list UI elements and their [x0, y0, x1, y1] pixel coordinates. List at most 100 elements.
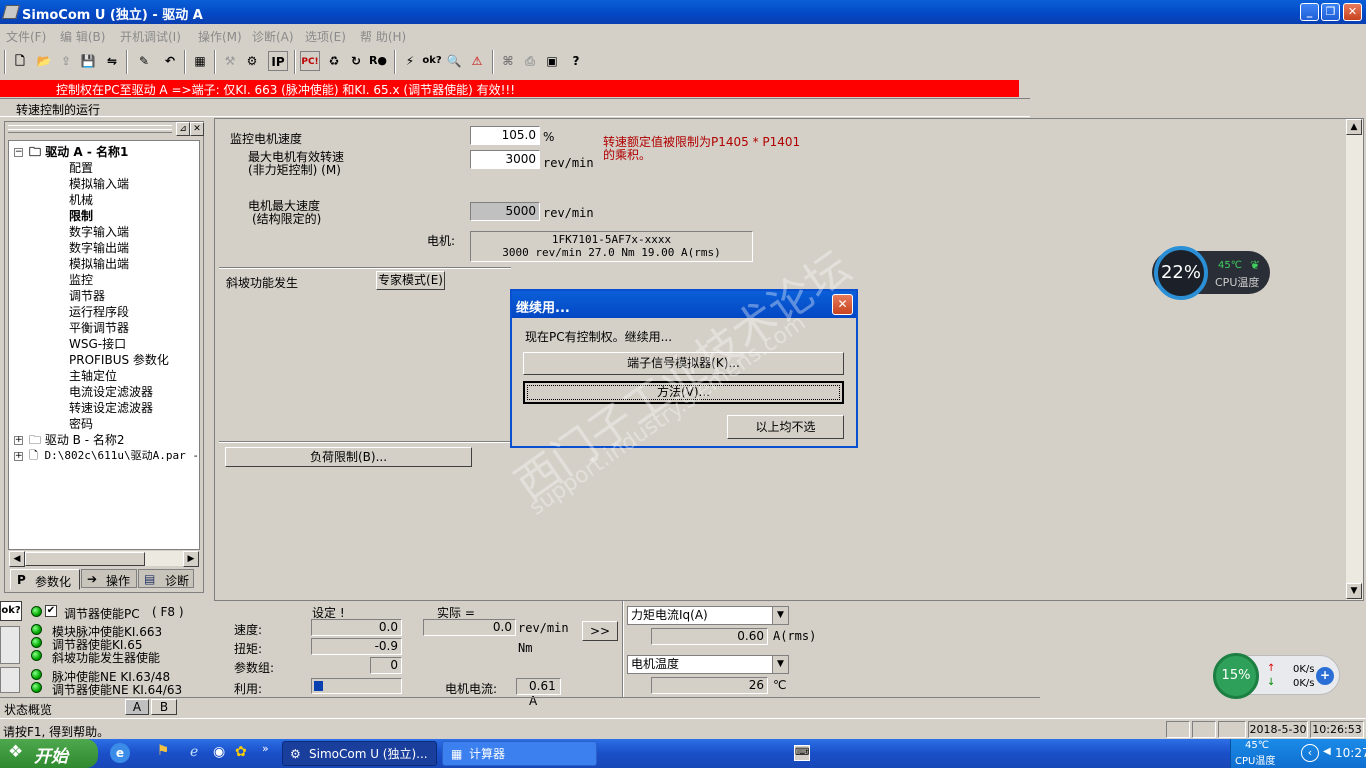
chevron-down-icon[interactable]: ▼	[772, 607, 788, 624]
pc-control-icon[interactable]: PC!	[300, 51, 320, 71]
menu-operation[interactable]: 操作(M)	[198, 28, 242, 45]
keyboard-icon[interactable]: ⌨	[794, 745, 810, 761]
method-button[interactable]: 方法(V)...	[523, 381, 844, 404]
tree-item-speed-filter[interactable]: 转速设定滤波器	[69, 399, 153, 416]
reset-icon[interactable]: R●	[368, 51, 388, 71]
scroll-up-icon[interactable]: ▲	[1346, 119, 1362, 135]
none-button[interactable]: 以上均不选	[727, 415, 844, 439]
tree-item-digital-out[interactable]: 数字输出端	[69, 239, 129, 256]
tab-parameterize[interactable]: P 参数化	[10, 569, 80, 590]
ie-icon[interactable]: e	[110, 743, 130, 763]
tree-item-password[interactable]: 密码	[69, 415, 93, 432]
tab-operate[interactable]: ➔ 操作	[81, 569, 137, 588]
ok-check-icon[interactable]: ok?	[422, 51, 442, 71]
calc-icon[interactable]: ⚙	[242, 51, 262, 71]
regulator-pc-checkbox[interactable]: ✔	[45, 605, 57, 617]
menu-file[interactable]: 文件(F)	[6, 28, 46, 45]
expand-icon[interactable]: +	[14, 436, 23, 445]
panel-dock-button[interactable]: ⊿	[176, 122, 190, 136]
signal-select-2[interactable]: 电机温度 ▼	[627, 655, 789, 674]
tab-diagnose[interactable]: ▤ 诊断	[138, 569, 194, 588]
drive-b-tab[interactable]: B	[151, 699, 177, 715]
ok-status-icon[interactable]: ok?	[0, 601, 22, 621]
media-icon[interactable]: ✿	[235, 744, 247, 760]
print-preview-icon[interactable]: ⎙	[520, 51, 540, 71]
rotate-icon[interactable]: ↻	[346, 51, 366, 71]
terminal-simulator-button[interactable]: 端子信号模拟器(K)...	[523, 352, 844, 375]
tree-item-analog-in[interactable]: 模拟输入端	[69, 175, 129, 192]
torque-unit: Nm	[518, 641, 533, 655]
tree-item-wsg[interactable]: WSG-接口	[69, 335, 126, 352]
scroll-left-icon[interactable]: ◀	[9, 551, 25, 567]
more-chevron-icon[interactable]: »	[262, 742, 269, 755]
explorer-icon[interactable]: ◉	[213, 744, 225, 760]
expert-mode-button[interactable]: 专家模式(E)	[376, 271, 445, 290]
menu-edit[interactable]: 编 辑(B)	[60, 28, 105, 45]
tree-item-analog-out[interactable]: 模拟输出端	[69, 255, 129, 272]
start-button[interactable]: ❖ 开始	[0, 739, 98, 768]
upload-icon[interactable]: ⇪	[56, 51, 76, 71]
tree-item-spindle[interactable]: 主轴定位	[69, 367, 117, 384]
tree-item-controller[interactable]: 调节器	[69, 287, 105, 304]
tree-item-mechanics[interactable]: 机械	[69, 191, 93, 208]
tree-item-monitor[interactable]: 监控	[69, 271, 93, 288]
drive-a-tab[interactable]: A	[125, 699, 149, 715]
system-tray: 45℃ CPU温度 ‹ ◀ 10:27	[1230, 739, 1366, 768]
new-file-icon[interactable]: 🗋	[10, 51, 30, 71]
tray-expand-icon[interactable]: ‹	[1301, 744, 1319, 762]
module-status-icon	[0, 626, 20, 664]
tree-item-limits[interactable]: 限制	[69, 207, 93, 224]
menu-help[interactable]: 帮 助(H)	[360, 28, 406, 45]
more-button[interactable]: >>	[582, 621, 618, 641]
scroll-right-icon[interactable]: ▶	[183, 551, 199, 567]
drive-icon[interactable]: ⚡	[400, 51, 420, 71]
close-button[interactable]: ✕	[1343, 3, 1362, 21]
undo-icon[interactable]: ↶	[160, 51, 180, 71]
task-simocom[interactable]: ⚙ SimoCom U (独立)...	[282, 741, 437, 766]
tree-item-digital-in[interactable]: 数字输入端	[69, 223, 129, 240]
print-icon[interactable]: ▦	[190, 51, 210, 71]
warning-icon[interactable]: ⚠	[467, 51, 487, 71]
signal-icon[interactable]: ⌘	[498, 51, 518, 71]
monitor-icon[interactable]: ▣	[542, 51, 562, 71]
panel-close-button[interactable]: ✕	[190, 122, 204, 136]
menu-diagnosis[interactable]: 诊断(A)	[252, 28, 294, 45]
motor-icon[interactable]: ♻	[324, 51, 344, 71]
menu-options[interactable]: 选项(E)	[305, 28, 346, 45]
ie-quick-icon[interactable]: ℯ	[190, 744, 198, 760]
tree-item-profibus[interactable]: PROFIBUS 参数化	[69, 351, 169, 368]
chevron-down-icon[interactable]: ▼	[772, 656, 788, 673]
tree-item-config[interactable]: 配置	[69, 159, 93, 176]
save-icon[interactable]: 💾	[78, 51, 98, 71]
tree-item-balance[interactable]: 平衡调节器	[69, 319, 129, 336]
collapse-icon[interactable]: −	[14, 148, 23, 157]
max-speed-field[interactable]: 3000	[470, 150, 540, 169]
ip-icon[interactable]: IP	[268, 51, 288, 71]
search-icon[interactable]: 🔍	[444, 51, 464, 71]
add-icon[interactable]: +	[1316, 667, 1334, 685]
dialog-close-button[interactable]: ✕	[832, 294, 853, 315]
config-icon[interactable]: ⚒	[220, 51, 240, 71]
drive-icon: 🗀	[29, 433, 42, 447]
context-help-icon[interactable]: ?	[566, 51, 586, 71]
tree-file[interactable]: 🗋 D:\802c\611u\驱动A.par -	[29, 447, 199, 466]
open-folder-icon[interactable]: 📂	[34, 51, 54, 71]
menu-commissioning[interactable]: 开机调试(I)	[120, 28, 181, 45]
minimize-button[interactable]: _	[1300, 3, 1319, 21]
tray-volume-icon[interactable]: ◀	[1323, 746, 1331, 757]
compare-icon[interactable]: ⇋	[102, 51, 122, 71]
quicklaunch-app-icon[interactable]: ⚑	[152, 743, 174, 763]
signal-select-1[interactable]: 力矩电流Iq(A) ▼	[627, 606, 789, 625]
monitor-speed-field[interactable]: 105.0	[470, 126, 540, 145]
load-limit-button[interactable]: 负荷限制(B)...	[225, 447, 472, 467]
tree-item-program-blocks[interactable]: 运行程序段	[69, 303, 129, 320]
scroll-down-icon[interactable]: ▼	[1346, 583, 1362, 599]
tree-item-current-filter[interactable]: 电流设定滤波器	[69, 383, 153, 400]
main-vscroll[interactable]: ▲ ▼	[1346, 119, 1363, 600]
restore-button[interactable]: ❐	[1321, 3, 1340, 21]
tree-hscroll[interactable]: ◀ ▶	[9, 550, 199, 567]
expand-icon[interactable]: +	[14, 452, 23, 461]
tools-icon[interactable]: ✎	[134, 51, 154, 71]
task-calculator[interactable]: ▦ 计算器	[442, 741, 597, 766]
tree-hscroll-thumb[interactable]	[25, 552, 145, 566]
